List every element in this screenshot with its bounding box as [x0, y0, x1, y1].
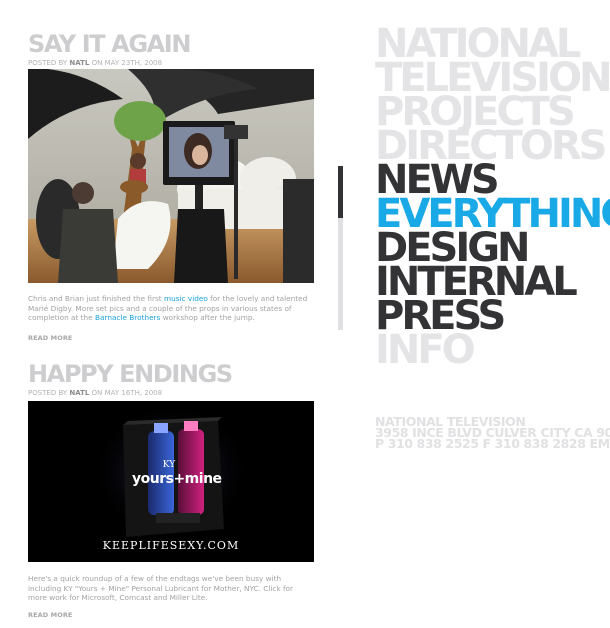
film-set-photo — [28, 69, 314, 283]
post-date: ON MAY 16TH, 2008 — [91, 389, 163, 397]
music-video-link[interactable]: music video — [164, 294, 208, 303]
post-happy-endings: HAPPY ENDINGS POSTED BY NATL ON MAY 16TH… — [28, 362, 314, 619]
site-url-text: KEEPLIFESEXY.COM — [102, 539, 240, 552]
excerpt-text: Chris and Brian just finished the first — [28, 294, 164, 303]
nav-indicator-track — [338, 218, 343, 330]
post-say-it-again: SAY IT AGAIN POSTED BY NATL ON MAY 23TH,… — [28, 32, 314, 342]
post-meta: POSTED BY NATL ON MAY 23TH, 2008 — [28, 59, 314, 68]
post-title[interactable]: SAY IT AGAIN — [28, 32, 314, 56]
post-date: ON MAY 23TH, 2008 — [91, 59, 163, 67]
post-photo-endtag[interactable]: KY yours+mine KEEPLIFESEXY.COM — [28, 401, 314, 562]
posted-by-label: POSTED BY — [28, 59, 68, 67]
post-author[interactable]: NATL — [69, 59, 89, 67]
nav-indicator-active — [338, 166, 343, 218]
company-address: NATIONAL TELEVISION 3958 INCE BLVD CULVE… — [375, 416, 610, 449]
product-brand: KY — [162, 460, 176, 470]
post-excerpt: Chris and Brian just finished the first … — [28, 294, 314, 323]
post-author[interactable]: NATL — [69, 389, 89, 397]
address-phone-fax: P 310 838 2525 F 310 838 2828 EMAIL — [375, 436, 610, 449]
posted-by-label: POSTED BY — [28, 389, 68, 397]
read-more-link[interactable]: READ MORE — [28, 334, 72, 342]
barnacle-brothers-link[interactable]: Barnacle Brothers — [95, 313, 160, 322]
product-name: yours+mine — [132, 471, 222, 487]
excerpt-text: workshop after the jump. — [160, 313, 255, 322]
post-excerpt: Here's a quick roundup of a few of the e… — [28, 574, 294, 602]
post-meta: POSTED BY NATL ON MAY 16TH, 2008 — [28, 389, 314, 398]
post-photo-video-set[interactable] — [28, 69, 314, 283]
read-more-link[interactable]: READ MORE — [28, 611, 72, 619]
main-nav: NATIONAL TELEVISION PROJECTS DIRECTORS N… — [375, 27, 610, 367]
post-title[interactable]: HAPPY ENDINGS — [28, 362, 314, 386]
